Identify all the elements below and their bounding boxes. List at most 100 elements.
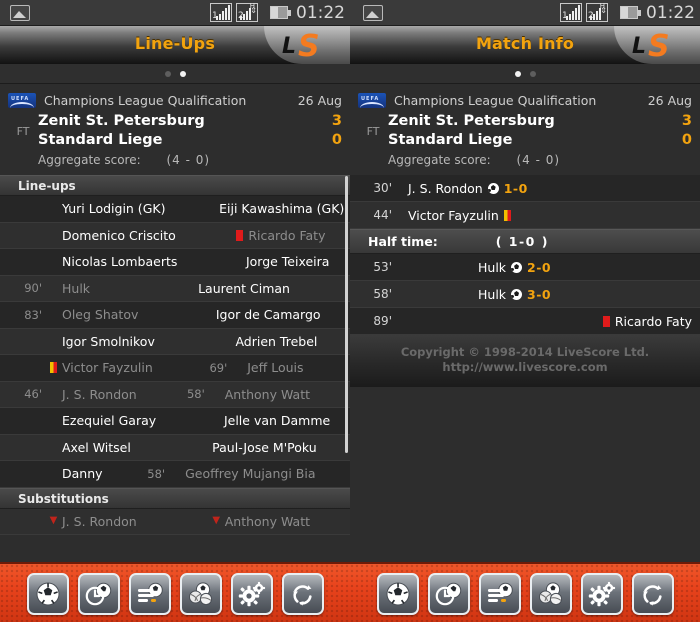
clock-ball-icon <box>430 575 468 613</box>
fixtures-button[interactable] <box>128 573 171 615</box>
page-indicator-right[interactable] <box>350 64 700 84</box>
settings-button[interactable] <box>580 573 623 615</box>
incident-row[interactable]: 89' Ricardo Faty <box>350 308 700 335</box>
away-player-name[interactable]: Anthony Watt <box>222 387 350 402</box>
incident-row[interactable]: 53' Hulk 2-0 <box>350 254 700 281</box>
incident-content: Hulk 3-0 <box>478 281 551 308</box>
away-player-name[interactable]: Paul-Jose M'Poku <box>209 440 350 455</box>
vertical-scrollbar[interactable] <box>345 176 348 453</box>
away-player-name[interactable]: Jorge Teixeira <box>243 254 350 269</box>
home-card-slot <box>48 362 59 374</box>
incident-row[interactable]: 58' Hulk 3-0 <box>350 281 700 308</box>
lineup-row[interactable]: Ezequiel Garay Jelle van Damme <box>0 408 350 435</box>
home-player-name[interactable]: Igor Smolnikov <box>59 334 187 349</box>
incident-row[interactable]: 30' J. S. Rondon 1-0 <box>350 175 700 202</box>
home-sub-minute: 83' <box>24 307 42 322</box>
substitutions-list[interactable]: ▼ J. S. Rondon ▼ Anthony Watt <box>0 508 350 535</box>
lineup-row[interactable]: Yuri Lodigin (GK) Eiji Kawashima (GK) <box>0 196 350 223</box>
lineup-row[interactable]: Nicolas Lombaerts Jorge Teixeira <box>0 249 350 276</box>
panel-lineups: Champions League Qualification 26 Aug FT… <box>0 84 350 562</box>
match-summary-right[interactable]: Champions League Qualification 26 Aug FT… <box>350 84 700 175</box>
signal-sim2-icon: 2 H ⇕ <box>236 3 258 22</box>
sports-button[interactable] <box>179 573 222 615</box>
home-player-name[interactable]: Domenico Criscito <box>59 228 200 243</box>
home-player-name[interactable]: Yuri Lodigin (GK) <box>59 201 171 216</box>
incident-row[interactable]: 44' Victor Fayzulin <box>350 202 700 229</box>
lineup-row[interactable]: 83' Oleg Shatov Igor de Camargo <box>0 302 350 329</box>
copyright-line2[interactable]: http://www.livescore.com <box>350 360 700 375</box>
incident-player[interactable]: Ricardo Faty <box>615 314 692 329</box>
match-summary-left[interactable]: Champions League Qualification 26 Aug FT… <box>0 84 350 175</box>
live-scores-button[interactable] <box>77 573 120 615</box>
away-player-name[interactable]: Anthony Watt <box>222 514 350 529</box>
running-score: 3-0 <box>527 286 552 302</box>
away-player-name[interactable]: Ricardo Faty <box>245 228 350 243</box>
page-dot-2[interactable] <box>179 70 186 77</box>
incident-player[interactable]: Hulk <box>478 287 506 302</box>
copyright-line1: Copyright © 1998-2014 LiveScore Ltd. <box>400 345 650 359</box>
home-player-name[interactable]: J. S. Rondon <box>59 387 177 402</box>
away-score-right: 0 <box>681 132 692 148</box>
fixtures-button[interactable] <box>478 573 521 615</box>
away-player-name[interactable]: Geoffrey Mujangi Bia <box>182 466 350 481</box>
away-player-name[interactable]: Adrien Trebel <box>232 334 350 349</box>
away-team-left: Standard Liege <box>38 132 163 148</box>
away-sub-minute: 58' <box>186 387 205 402</box>
home-player-name[interactable]: Nicolas Lombaerts <box>59 254 198 269</box>
lineup-row[interactable]: 46' J. S. Rondon 58' Anthony Watt <box>0 381 350 408</box>
refresh-button[interactable] <box>631 573 674 615</box>
away-player-name[interactable]: Jeff Louis <box>244 360 350 375</box>
header-lineups: Line-Ups LS <box>0 26 350 64</box>
incident-minute: 44' <box>373 208 392 222</box>
lineup-row[interactable]: Igor Smolnikov Adrien Trebel <box>0 328 350 355</box>
incident-minute: 53' <box>373 260 392 274</box>
away-player-name[interactable]: Laurent Ciman <box>195 281 350 296</box>
livescore-logo-right[interactable]: LS <box>614 26 700 64</box>
lineup-row[interactable]: 90' Hulk Laurent Ciman <box>0 275 350 302</box>
incident-player[interactable]: Victor Fayzulin <box>408 208 499 223</box>
home-player-name[interactable]: Victor Fayzulin <box>59 360 199 375</box>
page-dot-1[interactable] <box>164 70 171 77</box>
yellow-red-card-icon <box>503 209 511 221</box>
settings-button[interactable] <box>230 573 273 615</box>
sub-in-icon: ▼ <box>212 515 221 527</box>
home-player-name[interactable]: Danny <box>59 466 137 481</box>
home-player-name[interactable]: Ezequiel Garay <box>59 413 176 428</box>
sports-button[interactable] <box>529 573 572 615</box>
lineup-row[interactable]: Domenico Criscito Ricardo Faty <box>0 222 350 249</box>
running-score: 1-0 <box>503 180 528 196</box>
away-player-name[interactable]: Igor de Camargo <box>213 307 350 322</box>
incident-player[interactable]: J. S. Rondon <box>408 181 483 196</box>
refresh-button[interactable] <box>281 573 324 615</box>
uefa-badge-icon <box>8 92 36 108</box>
aggregate-label-right: Aggregate score: <box>388 153 491 167</box>
signal-sim1-icon: 1 <box>210 3 232 22</box>
scores-button[interactable] <box>376 573 419 615</box>
scores-button[interactable] <box>26 573 69 615</box>
page-indicator-left[interactable] <box>0 64 350 84</box>
competition-name-right: Champions League Qualification <box>394 92 597 108</box>
lineup-row[interactable]: Victor Fayzulin 69' Jeff Louis <box>0 355 350 382</box>
gears-icon <box>583 575 621 613</box>
incidents-list[interactable]: 30' J. S. Rondon 1-0 44' Victor Fayzulin Half… <box>350 175 700 335</box>
home-player-name[interactable]: Hulk <box>59 281 150 296</box>
lineups-list[interactable]: Yuri Lodigin (GK) Eiji Kawashima (GK) Dome… <box>0 196 350 488</box>
lineup-row[interactable]: Axel Witsel Paul-Jose M'Poku <box>0 434 350 461</box>
refresh-icon <box>284 575 322 613</box>
lineup-row[interactable]: Danny 58' Geoffrey Mujangi Bia <box>0 461 350 488</box>
livescore-logo-left[interactable]: LS <box>264 26 350 64</box>
aggregate-label-left: Aggregate score: <box>38 153 141 167</box>
home-player-name[interactable]: Axel Witsel <box>59 440 164 455</box>
away-player-name[interactable]: Eiji Kawashima (GK) <box>216 201 350 216</box>
status-bar-left: 1 2 H ⇕ 01:22 <box>0 0 350 26</box>
page-dot-1-right[interactable] <box>514 70 521 77</box>
home-player-name[interactable]: Oleg Shatov <box>59 307 168 322</box>
incident-player[interactable]: Hulk <box>478 260 506 275</box>
lineup-row[interactable]: ▼ J. S. Rondon ▼ Anthony Watt <box>0 508 350 535</box>
away-player-name[interactable]: Jelle van Damme <box>221 413 350 428</box>
page-dot-2-right[interactable] <box>529 70 536 77</box>
aggregate-value-left: (4 - 0) <box>166 153 211 167</box>
incident-content: Victor Fayzulin <box>408 202 511 229</box>
home-player-name[interactable]: J. S. Rondon <box>59 514 177 529</box>
live-scores-button[interactable] <box>427 573 470 615</box>
